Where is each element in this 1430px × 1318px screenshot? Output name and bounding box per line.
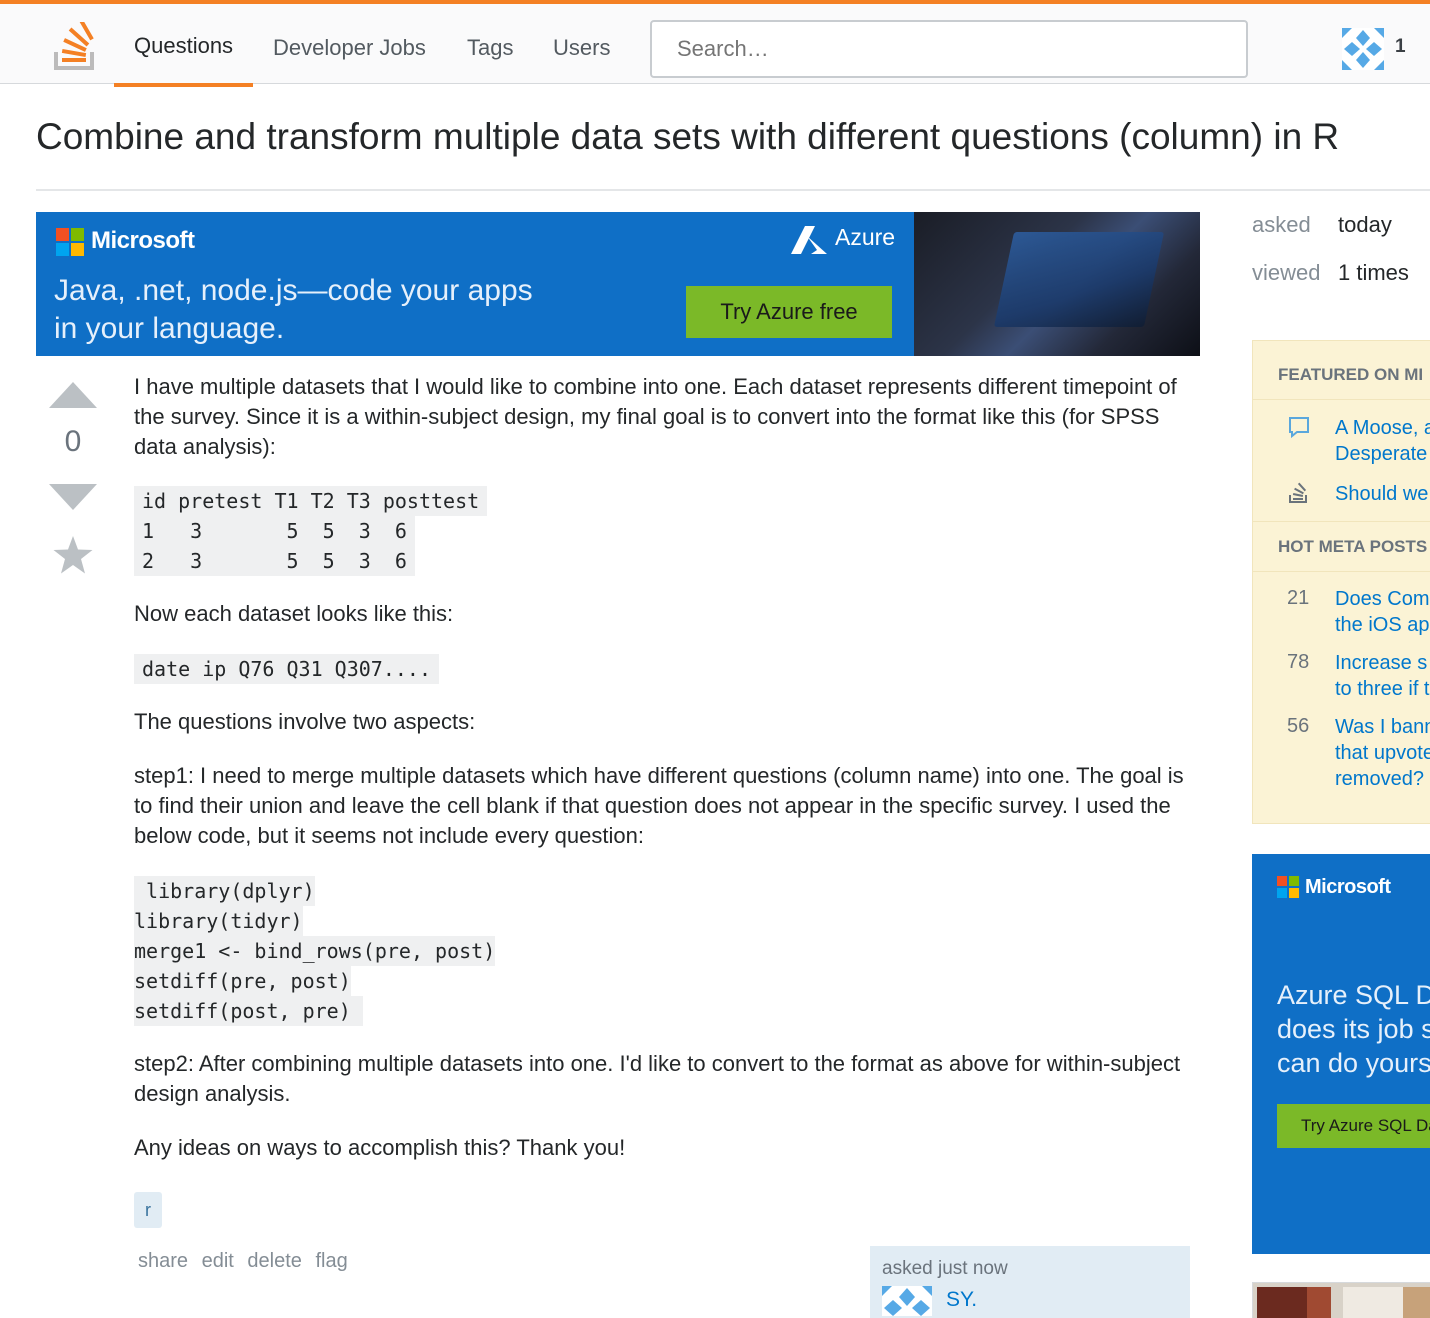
try-azure-button[interactable]: Try Azure free xyxy=(686,286,892,338)
edit-link[interactable]: edit xyxy=(202,1250,234,1272)
code-block-dataset: date ip Q76 Q31 Q307.... xyxy=(134,654,439,684)
owner-card: asked just now SY. xyxy=(870,1246,1190,1318)
code-block-r: library(dplyr) library(tidyr) merge1 <- … xyxy=(134,876,496,1026)
post-paragraph-6: Any ideas on ways to accomplish this? Th… xyxy=(134,1135,626,1160)
microsoft-logo-icon xyxy=(1277,876,1299,898)
vote-count: 0 xyxy=(64,425,82,458)
hot-link-3[interactable]: Was I bann that upvote removed? xyxy=(1335,714,1430,792)
ad-banner[interactable]: Microsoft Java, .net, node.js—code your … xyxy=(36,212,1200,356)
nav-questions[interactable]: Questions xyxy=(114,8,254,87)
search-input[interactable] xyxy=(650,20,1248,78)
featured-link-1[interactable]: A Moose, a Desperate xyxy=(1335,415,1430,467)
question-title[interactable]: Combine and transform multiple data sets… xyxy=(36,116,1339,158)
hot-meta-heading: HOT META POSTS xyxy=(1278,537,1428,556)
post-paragraph-3: The questions involve two aspects: xyxy=(134,709,476,734)
sidebar-thumbnail[interactable] xyxy=(1252,1282,1430,1318)
featured-link-2[interactable]: Should we xyxy=(1335,481,1428,507)
ad-text: Java, .net, node.js—code your apps in yo… xyxy=(54,274,533,345)
reputation-count: 1 xyxy=(1395,36,1406,57)
delete-link[interactable]: delete xyxy=(247,1250,302,1272)
tag-r[interactable]: r xyxy=(134,1192,162,1228)
hot-score-3: 56 xyxy=(1287,715,1310,737)
vote-up-icon[interactable] xyxy=(49,382,97,408)
sidebar-ad-brand: Microsoft xyxy=(1305,876,1391,898)
asked-value: today xyxy=(1338,212,1392,237)
post-paragraph-4: step1: I need to merge multiple datasets… xyxy=(134,763,1184,848)
post-paragraph-2: Now each dataset looks like this: xyxy=(134,601,454,626)
stackoverflow-meta-icon xyxy=(1289,482,1307,503)
flag-link[interactable]: flag xyxy=(315,1250,347,1272)
title-divider xyxy=(36,189,1430,191)
microsoft-logo-icon xyxy=(56,228,84,256)
azure-logo-icon xyxy=(791,226,827,254)
hot-score-1: 21 xyxy=(1287,587,1310,609)
asked-time: asked just now xyxy=(882,1258,1008,1279)
nav-tags[interactable]: Tags xyxy=(447,8,533,87)
hot-link-1[interactable]: Does Com the iOS ap xyxy=(1335,586,1430,638)
hot-link-2[interactable]: Increase s to three if t xyxy=(1335,650,1430,702)
code-block-format: id pretest T1 T2 T3 posttest 1 3 5 5 3 6… xyxy=(134,486,488,576)
top-bar: Questions Developer Jobs Tags Users 1 xyxy=(0,0,1430,87)
ad-brand: Microsoft xyxy=(91,227,195,254)
asked-label: asked xyxy=(1252,212,1311,237)
speech-bubble-icon xyxy=(1289,417,1309,439)
owner-avatar[interactable] xyxy=(882,1286,932,1316)
favorite-star-icon[interactable] xyxy=(53,535,93,575)
post-paragraph-1: I have multiple datasets that I would li… xyxy=(134,374,1177,459)
sidebar-ad-text: Azure SQL Da does its job s can do yours… xyxy=(1277,980,1430,1078)
try-azure-sql-button[interactable]: Try Azure SQL Dat xyxy=(1277,1104,1430,1148)
post-paragraph-5: step2: After combining multiple datasets… xyxy=(134,1051,1181,1106)
featured-heading: FEATURED ON MI xyxy=(1278,365,1424,384)
share-link[interactable]: share xyxy=(138,1250,188,1272)
user-avatar[interactable] xyxy=(1342,28,1384,70)
sidebar-ad[interactable]: Microsoft Azure SQL Da does its job s ca… xyxy=(1252,854,1430,1254)
hot-score-2: 78 xyxy=(1287,651,1310,673)
owner-name[interactable]: SY. xyxy=(946,1288,977,1312)
nav-users[interactable]: Users xyxy=(533,8,630,87)
meta-widget: FEATURED ON MI A Moose, a Desperate Shou… xyxy=(1252,340,1430,824)
ad-photo xyxy=(914,212,1200,356)
ad-product: Azure xyxy=(835,224,896,250)
stackoverflow-logo-icon[interactable] xyxy=(52,22,98,72)
viewed-value: 1 times xyxy=(1338,260,1409,285)
nav-developer-jobs[interactable]: Developer Jobs xyxy=(253,8,446,87)
post-menu: share edit delete flag xyxy=(138,1250,356,1273)
viewed-label: viewed xyxy=(1252,260,1321,285)
vote-down-icon[interactable] xyxy=(49,484,97,510)
